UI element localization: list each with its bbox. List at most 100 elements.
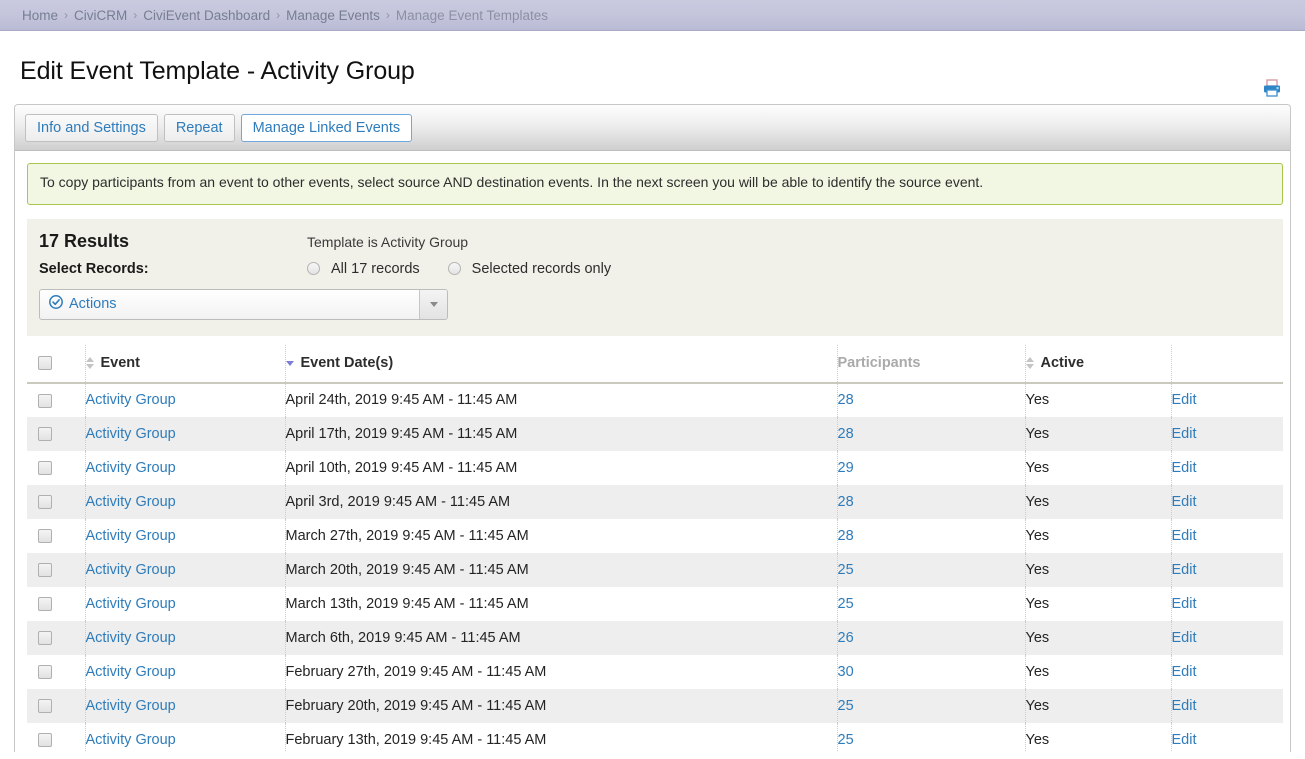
cell-actions: Edit xyxy=(1171,417,1283,451)
table-row: Activity Group April 24th, 2019 9:45 AM -… xyxy=(27,382,1283,417)
participants-link[interactable]: 28 xyxy=(838,494,854,510)
edit-link[interactable]: Edit xyxy=(1172,460,1197,476)
col-select-all xyxy=(27,344,86,384)
event-link[interactable]: Activity Group xyxy=(86,494,176,510)
cell-event-date: March 27th, 2019 9:45 AM - 11:45 AM xyxy=(285,518,838,553)
col-event-dates[interactable]: Event Date(s) xyxy=(285,344,838,384)
row-checkbox[interactable] xyxy=(38,597,52,612)
participants-link[interactable]: 28 xyxy=(838,528,854,544)
row-checkbox[interactable] xyxy=(38,393,52,408)
participants-link[interactable]: 25 xyxy=(838,596,854,612)
row-checkbox[interactable] xyxy=(38,563,52,578)
event-link[interactable]: Activity Group xyxy=(86,630,176,646)
row-select-cell xyxy=(27,654,86,689)
cell-active: Yes xyxy=(1025,620,1172,655)
cell-participants: 29 xyxy=(837,450,1026,485)
cell-actions: Edit xyxy=(1171,553,1283,587)
cell-participants: 28 xyxy=(837,382,1026,417)
participants-link[interactable]: 28 xyxy=(838,392,854,408)
cell-active: Yes xyxy=(1025,722,1172,752)
edit-link[interactable]: Edit xyxy=(1172,494,1197,510)
event-link[interactable]: Activity Group xyxy=(86,460,176,476)
participants-link[interactable]: 25 xyxy=(838,732,854,748)
breadcrumb-item-civicrm[interactable]: CiviCRM xyxy=(74,8,127,23)
event-link[interactable]: Activity Group xyxy=(86,698,176,714)
edit-link[interactable]: Edit xyxy=(1172,732,1197,748)
edit-link[interactable]: Edit xyxy=(1172,630,1197,646)
tab-info-and-settings[interactable]: Info and Settings xyxy=(25,113,158,142)
tab-repeat[interactable]: Repeat xyxy=(163,113,235,142)
template-label: Template is Activity Group xyxy=(307,233,469,250)
select-all-checkbox[interactable] xyxy=(38,356,52,371)
row-checkbox[interactable] xyxy=(38,427,52,442)
edit-link[interactable]: Edit xyxy=(1172,698,1197,714)
results-controls: 17 Results Template is Activity Group Se… xyxy=(27,218,1283,336)
row-checkbox[interactable] xyxy=(38,529,52,544)
row-checkbox[interactable] xyxy=(38,461,52,476)
row-checkbox[interactable] xyxy=(38,665,52,680)
table-row: Activity Group February 20th, 2019 9:45 A… xyxy=(27,688,1283,723)
edit-link[interactable]: Edit xyxy=(1172,596,1197,612)
cell-event: Activity Group xyxy=(85,654,286,689)
radio-all-records-label[interactable]: All 17 records xyxy=(331,261,420,277)
event-link[interactable]: Activity Group xyxy=(86,596,176,612)
breadcrumb-item-civievent-dashboard[interactable]: CiviEvent Dashboard xyxy=(143,8,270,23)
cell-actions: Edit xyxy=(1171,383,1283,417)
event-link[interactable]: Activity Group xyxy=(86,528,176,544)
row-select-cell xyxy=(27,552,86,587)
col-participants: Participants xyxy=(837,344,1026,384)
table-row: Activity Group April 10th, 2019 9:45 AM -… xyxy=(27,450,1283,485)
event-link[interactable]: Activity Group xyxy=(86,426,176,442)
row-select-cell xyxy=(27,518,86,553)
row-checkbox[interactable] xyxy=(38,495,52,510)
event-link[interactable]: Activity Group xyxy=(86,732,176,748)
participants-link[interactable]: 28 xyxy=(838,426,854,442)
actions-dropdown[interactable]: Actions xyxy=(39,288,448,320)
row-select-cell xyxy=(27,484,86,519)
cell-event-date: February 20th, 2019 9:45 AM - 11:45 AM xyxy=(285,688,838,723)
participants-link[interactable]: 25 xyxy=(838,562,854,578)
event-link[interactable]: Activity Group xyxy=(86,562,176,578)
cell-event: Activity Group xyxy=(85,586,286,621)
edit-link[interactable]: Edit xyxy=(1172,392,1197,408)
row-checkbox[interactable] xyxy=(38,733,52,748)
radio-selected-records[interactable] xyxy=(447,262,461,276)
tab-manage-linked-events[interactable]: Manage Linked Events xyxy=(240,113,413,142)
edit-link[interactable]: Edit xyxy=(1172,528,1197,544)
cell-participants: 25 xyxy=(837,688,1026,723)
cell-actions: Edit xyxy=(1171,519,1283,553)
col-event-label: Event xyxy=(100,355,141,372)
chevron-down-icon[interactable] xyxy=(419,289,447,319)
event-link[interactable]: Activity Group xyxy=(86,392,176,408)
tab-bar: Info and Settings Repeat Manage Linked Eve… xyxy=(15,105,1290,151)
sort-active-icon[interactable] xyxy=(1025,357,1034,370)
participants-link[interactable]: 29 xyxy=(838,460,854,476)
cell-actions: Edit xyxy=(1171,451,1283,485)
participants-link[interactable]: 25 xyxy=(838,698,854,714)
participants-link[interactable]: 30 xyxy=(838,664,854,680)
edit-link[interactable]: Edit xyxy=(1172,664,1197,680)
radio-all-records[interactable] xyxy=(307,262,320,276)
edit-link[interactable]: Edit xyxy=(1172,426,1197,442)
col-active[interactable]: Active xyxy=(1025,344,1172,384)
radio-selected-records-label[interactable]: Selected records only xyxy=(472,261,611,277)
breadcrumb-item-manage-events[interactable]: Manage Events xyxy=(286,8,380,23)
row-select-cell xyxy=(27,382,86,417)
table-header-row: Event Event Date(s) Participants Active xyxy=(27,344,1283,384)
cell-event: Activity Group xyxy=(85,518,286,553)
sort-event-icon[interactable] xyxy=(85,357,94,370)
row-checkbox[interactable] xyxy=(38,699,52,714)
row-checkbox[interactable] xyxy=(38,631,52,646)
breadcrumb-item-home[interactable]: Home xyxy=(22,8,58,23)
edit-link[interactable]: Edit xyxy=(1172,562,1197,578)
table-row: Activity Group March 20th, 2019 9:45 AM -… xyxy=(27,552,1283,587)
printer-icon[interactable] xyxy=(1261,77,1283,99)
sort-event-dates-icon[interactable] xyxy=(285,360,294,366)
table-row: Activity Group April 17th, 2019 9:45 AM -… xyxy=(27,416,1283,451)
cell-event: Activity Group xyxy=(85,722,286,752)
table-row: Activity Group February 27th, 2019 9:45 A… xyxy=(27,654,1283,689)
col-event[interactable]: Event xyxy=(85,344,286,384)
col-actions xyxy=(1171,344,1283,384)
event-link[interactable]: Activity Group xyxy=(86,664,176,680)
participants-link[interactable]: 26 xyxy=(838,630,854,646)
